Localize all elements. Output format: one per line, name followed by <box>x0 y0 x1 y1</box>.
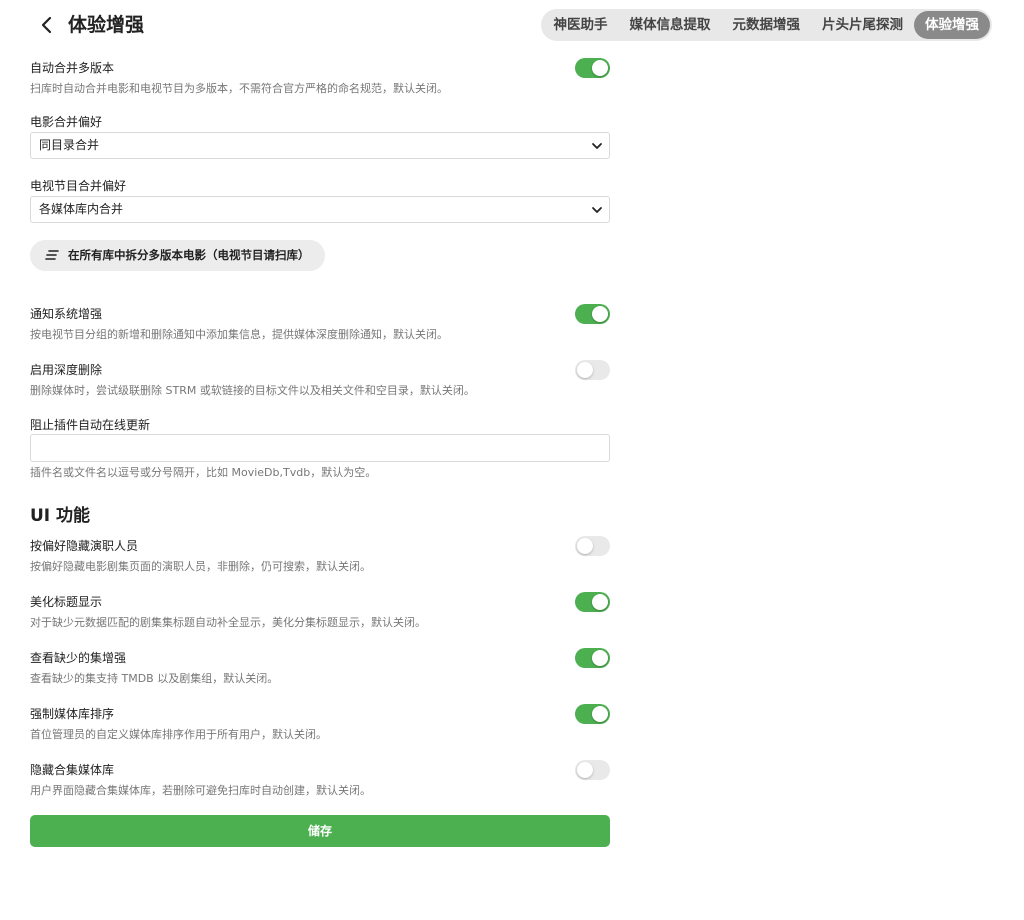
select-value: 同目录合并 <box>39 138 100 152</box>
setting-description: 对于缺少元数据匹配的剧集集标题自动补全显示，美化分集标题显示，默认关闭。 <box>30 616 426 629</box>
setting-label: 查看缺少的集增强 <box>30 651 127 665</box>
toggle-knob <box>577 362 593 378</box>
deep-delete-toggle[interactable] <box>575 360 610 380</box>
toggle-knob <box>592 60 608 76</box>
setting-description: 按电视节目分组的新增和删除通知中添加集信息，提供媒体深度删除通知，默认关闭。 <box>30 328 448 341</box>
setting-auto-merge: 自动合并多版本 扫库时自动合并电影和电视节目为多版本，不需符合官方严格的命名规范… <box>30 58 610 96</box>
block-update-input[interactable] <box>30 434 610 462</box>
tab-experience[interactable]: 体验增强 <box>914 11 990 39</box>
toggle-knob <box>592 706 608 722</box>
setting-label: 隐藏合集媒体库 <box>30 763 115 777</box>
setting-label: 美化标题显示 <box>30 595 103 609</box>
block-update-label-row: 阻止插件自动在线更新 <box>30 417 610 433</box>
setting-beautify-title: 美化标题显示 对于缺少元数据匹配的剧集集标题自动补全显示，美化分集标题显示，默认… <box>30 592 610 630</box>
setting-description: 删除媒体时，尝试级联删除 STRM 或软链接的目标文件以及相关文件和空目录，默认… <box>30 384 475 397</box>
toggle-knob <box>592 650 608 666</box>
beautify-title-toggle[interactable] <box>575 592 610 612</box>
tab-intro-outro[interactable]: 片头片尾探测 <box>811 11 914 39</box>
missing-episodes-toggle[interactable] <box>575 648 610 668</box>
page-header: 体验增强 神医助手 媒体信息提取 元数据增强 片头片尾探测 体验增强 <box>0 0 1024 52</box>
select-value: 各媒体库内合并 <box>39 202 124 216</box>
split-versions-label: 在所有库中拆分多版本电影（电视节目请扫库） <box>68 248 310 262</box>
setting-hide-collections: 隐藏合集媒体库 用户界面隐藏合集媒体库，若删除可避免扫库时自动创建，默认关闭。 <box>30 760 610 798</box>
chevron-down-icon <box>592 207 602 213</box>
auto-merge-toggle[interactable] <box>575 58 610 78</box>
tv-merge-pref-label-row: 电视节目合并偏好 <box>30 178 610 194</box>
page-title: 体验增强 <box>68 14 145 36</box>
hide-cast-toggle[interactable] <box>575 536 610 556</box>
setting-force-library-order: 强制媒体库排序 首位管理员的自定义媒体库排序作用于所有用户，默认关闭。 <box>30 704 610 742</box>
block-update-desc-row: 插件名或文件名以逗号或分号隔开，比如 MovieDb,Tvdb，默认为空。 <box>30 465 610 480</box>
setting-label: 自动合并多版本 <box>30 61 115 75</box>
setting-hide-cast: 按偏好隐藏演职人员 按偏好隐藏电影剧集页面的演职人员，非删除，仍可搜索，默认关闭… <box>30 536 610 574</box>
movie-merge-pref-label-row: 电影合并偏好 <box>30 114 610 130</box>
chevron-down-icon <box>592 143 602 149</box>
setting-label: 强制媒体库排序 <box>30 707 115 721</box>
force-library-order-toggle[interactable] <box>575 704 610 724</box>
toggle-knob <box>577 538 593 554</box>
chevron-left-icon <box>41 16 52 34</box>
notify-toggle[interactable] <box>575 304 610 324</box>
hide-collections-toggle[interactable] <box>575 760 610 780</box>
setting-label: 按偏好隐藏演职人员 <box>30 539 139 553</box>
tab-shenyi-assistant[interactable]: 神医助手 <box>543 11 619 39</box>
section-title-ui: UI 功能 <box>30 506 91 526</box>
setting-description: 查看缺少的集支持 TMDB 以及剧集组，默认关闭。 <box>30 672 279 685</box>
setting-description: 首位管理员的自定义媒体库排序作用于所有用户，默认关闭。 <box>30 728 327 741</box>
tab-bar: 神医助手 媒体信息提取 元数据增强 片头片尾探测 体验增强 <box>540 9 992 41</box>
setting-label: 启用深度删除 <box>30 363 103 377</box>
toggle-knob <box>592 306 608 322</box>
setting-description: 按偏好隐藏电影剧集页面的演职人员，非删除，仍可搜索，默认关闭。 <box>30 560 371 573</box>
toggle-knob <box>592 594 608 610</box>
list-icon <box>45 250 59 260</box>
setting-deep-delete: 启用深度删除 删除媒体时，尝试级联删除 STRM 或软链接的目标文件以及相关文件… <box>30 360 610 398</box>
block-update-description: 插件名或文件名以逗号或分号隔开，比如 MovieDb,Tvdb，默认为空。 <box>30 466 377 479</box>
setting-notify: 通知系统增强 按电视节目分组的新增和删除通知中添加集信息，提供媒体深度删除通知，… <box>30 304 610 342</box>
back-button[interactable] <box>36 12 58 38</box>
movie-merge-pref-label: 电影合并偏好 <box>30 115 103 129</box>
tab-media-info[interactable]: 媒体信息提取 <box>619 11 722 39</box>
split-versions-button[interactable]: 在所有库中拆分多版本电影（电视节目请扫库） <box>30 240 325 271</box>
setting-label: 通知系统增强 <box>30 307 103 321</box>
setting-missing-episodes: 查看缺少的集增强 查看缺少的集支持 TMDB 以及剧集组，默认关闭。 <box>30 648 610 686</box>
block-update-label: 阻止插件自动在线更新 <box>30 418 151 432</box>
tv-merge-pref-select[interactable]: 各媒体库内合并 <box>30 196 610 223</box>
tv-merge-pref-label: 电视节目合并偏好 <box>30 179 127 193</box>
tab-metadata[interactable]: 元数据增强 <box>722 11 812 39</box>
toggle-knob <box>577 762 593 778</box>
setting-description: 用户界面隐藏合集媒体库，若删除可避免扫库时自动创建，默认关闭。 <box>30 784 371 797</box>
setting-description: 扫库时自动合并电影和电视节目为多版本，不需符合官方严格的命名规范，默认关闭。 <box>30 82 448 95</box>
movie-merge-pref-select[interactable]: 同目录合并 <box>30 132 610 159</box>
save-button[interactable]: 储存 <box>30 815 610 847</box>
